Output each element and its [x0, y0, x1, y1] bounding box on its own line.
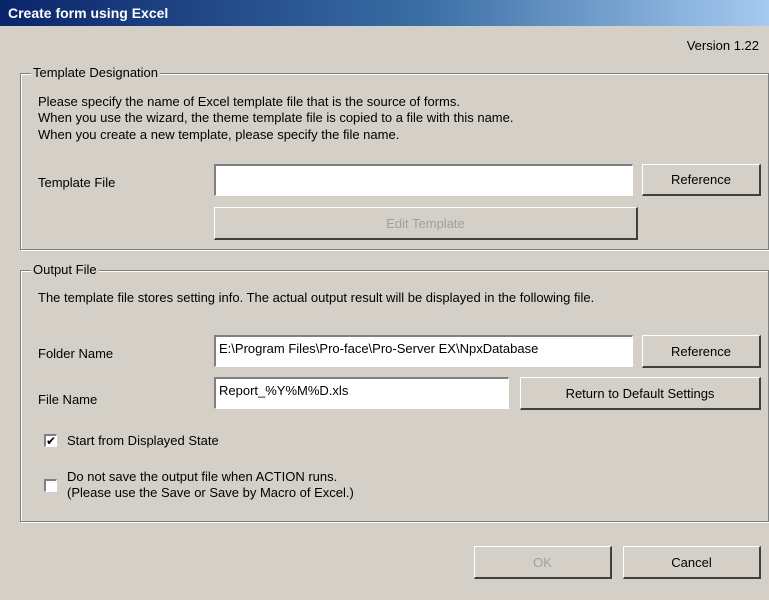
file-name-label: File Name — [38, 392, 98, 407]
folder-name-input[interactable]: E:\Program Files\Pro-face\Pro-Server EX\… — [214, 335, 633, 367]
edit-template-button[interactable]: Edit Template — [214, 207, 638, 240]
file-name-input[interactable]: Report_%Y%M%D.xls — [214, 377, 509, 409]
start-displayed-label: Start from Displayed State — [67, 433, 219, 448]
output-description: The template file stores setting info. T… — [38, 290, 595, 305]
return-default-settings-button[interactable]: Return to Default Settings — [520, 377, 761, 410]
start-displayed-checkbox[interactable]: ✔ — [44, 434, 57, 447]
output-file-title: Output File — [31, 262, 99, 278]
no-save-label-line-2: (Please use the Save or Save by Macro of… — [67, 485, 354, 500]
ok-button[interactable]: OK — [474, 546, 612, 579]
template-description-line-2: When you use the wizard, the theme templ… — [38, 110, 514, 125]
checkmark-icon: ✔ — [46, 434, 57, 448]
version-label: Version 1.22 — [686, 38, 759, 53]
window-title: Create form using Excel — [0, 0, 769, 26]
folder-name-label: Folder Name — [38, 346, 114, 361]
template-description-line-3: When you create a new template, please s… — [38, 127, 400, 142]
template-file-label: Template File — [38, 175, 116, 190]
template-file-input[interactable] — [214, 164, 633, 196]
template-designation-title: Template Designation — [31, 65, 161, 81]
template-reference-button[interactable]: Reference — [642, 164, 761, 196]
cancel-button[interactable]: Cancel — [623, 546, 761, 579]
folder-reference-button[interactable]: Reference — [642, 335, 761, 368]
no-save-checkbox[interactable] — [44, 479, 57, 492]
